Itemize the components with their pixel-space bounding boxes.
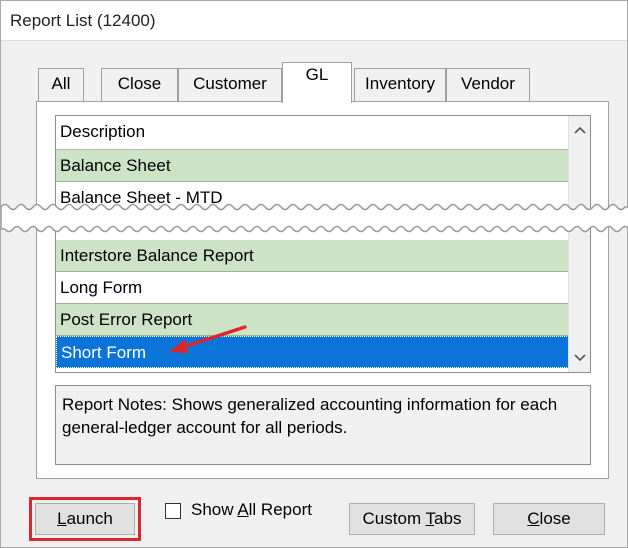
report-row-label: Balance Sheet bbox=[60, 156, 171, 175]
report-row-selected[interactable]: Short Form bbox=[56, 336, 569, 368]
red-arrow-icon bbox=[169, 325, 247, 353]
page-break-tear bbox=[1, 203, 628, 233]
tab-close[interactable]: Close bbox=[101, 68, 178, 102]
custom-tabs-button[interactable]: Custom Tabs bbox=[349, 503, 475, 535]
report-list[interactable]: Description Balance Sheet Balance Sheet … bbox=[55, 115, 591, 373]
chevron-up-icon[interactable] bbox=[569, 118, 590, 142]
show-all-report-checkbox[interactable] bbox=[165, 503, 181, 519]
report-row-label: Interstore Balance Report bbox=[60, 246, 254, 265]
report-list-window: Report List (12400) All Close Customer G… bbox=[0, 0, 628, 548]
tab-all[interactable]: All bbox=[38, 68, 84, 102]
report-row[interactable]: Long Form bbox=[56, 272, 569, 304]
report-row-label: Short Form bbox=[61, 343, 147, 362]
list-scrollbar[interactable] bbox=[568, 116, 590, 372]
report-row[interactable]: Interstore Balance Report bbox=[56, 240, 569, 272]
column-header-description[interactable]: Description bbox=[56, 116, 571, 150]
tab-vendor[interactable]: Vendor bbox=[446, 68, 530, 102]
report-row-label: Long Form bbox=[60, 278, 143, 297]
window-title: Report List (12400) bbox=[10, 11, 156, 30]
tab-inventory[interactable]: Inventory bbox=[354, 68, 446, 102]
close-button[interactable]: Close bbox=[493, 503, 605, 535]
report-row[interactable]: Post Error Report bbox=[56, 304, 569, 336]
report-row[interactable]: Balance Sheet bbox=[56, 150, 569, 182]
launch-button[interactable]: Launch bbox=[35, 503, 135, 535]
tab-customer[interactable]: Customer bbox=[178, 68, 282, 102]
chevron-down-icon[interactable] bbox=[569, 346, 590, 370]
tab-gl[interactable]: GL bbox=[282, 62, 352, 103]
title-bar: Report List (12400) bbox=[1, 1, 627, 41]
report-notes: Report Notes: Shows generalized accounti… bbox=[55, 385, 591, 465]
show-all-report-label[interactable]: Show All Report bbox=[191, 500, 312, 520]
